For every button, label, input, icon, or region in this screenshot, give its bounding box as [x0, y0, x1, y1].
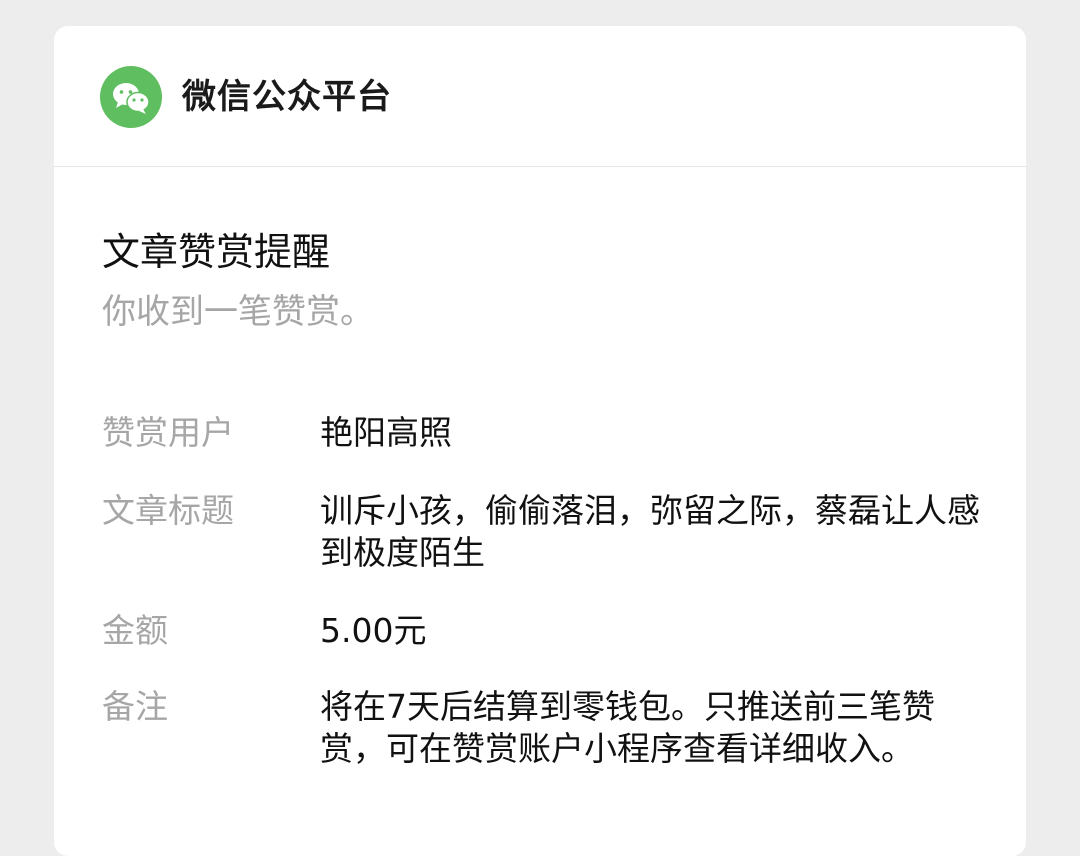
field-value: 艳阳高照: [320, 413, 452, 452]
field-value: 训斥小孩，偷偷落泪，弥留之际，蔡磊让人感到极度陌生: [320, 491, 980, 572]
field-value: 将在7天后结算到零钱包。只推送前三笔赞赏，可在赞赏账户小程序查看详细收入。: [320, 687, 935, 768]
message-title: 文章赞赏提醒: [102, 230, 331, 274]
card-header: 微信公众平台: [54, 26, 1026, 167]
field-label: 金额: [102, 611, 168, 650]
field-label: 赞赏用户: [102, 413, 234, 452]
message-body: 文章赞赏提醒 你收到一笔赞赏。 赞赏用户 艳阳高照 文章标题 训斥小孩，偷偷落泪…: [102, 226, 982, 768]
message-subtitle: 你收到一笔赞赏。: [102, 292, 374, 332]
field-value: 5.00元: [320, 611, 427, 650]
field-label: 文章标题: [102, 491, 234, 530]
field-label: 备注: [102, 687, 168, 726]
wechat-icon: [100, 66, 162, 128]
message-card[interactable]: 微信公众平台 文章赞赏提醒 你收到一笔赞赏。 赞赏用户 艳阳高照 文章标题 训斥…: [54, 26, 1026, 856]
platform-name: 微信公众平台: [182, 77, 392, 117]
